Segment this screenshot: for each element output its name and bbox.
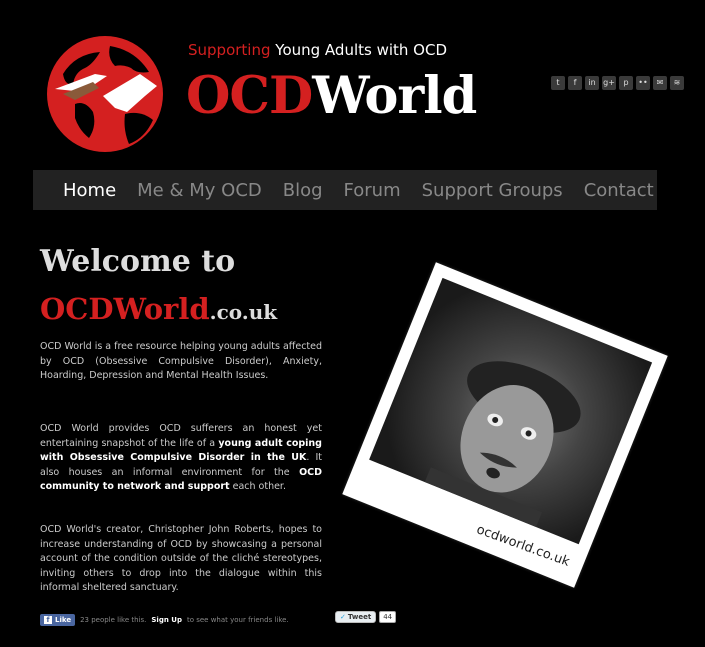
tweet-button[interactable]: ✓ Tweet (335, 611, 377, 623)
facebook-icon[interactable]: f (568, 76, 582, 90)
brand-red: OCD (186, 66, 313, 126)
intro-paragraph-1: OCD World is a free resource helping you… (40, 341, 323, 381)
tweet-label: Tweet (347, 613, 372, 621)
rss-icon[interactable]: ≋ (670, 76, 684, 90)
site-name-heading: OCDWorld.co.uk (40, 292, 277, 326)
site-logo-text[interactable]: OCDWorld (186, 66, 477, 126)
nav-item-forum[interactable]: Forum (344, 180, 401, 201)
like-text-suffix: to see what your friends like. (186, 616, 289, 624)
logo-globe-icon[interactable] (45, 34, 165, 154)
site-tagline: Supporting Young Adults with OCD (188, 41, 447, 59)
linkedin-icon[interactable]: in (585, 76, 599, 90)
main-nav: Home Me & My OCD Blog Forum Support Grou… (33, 170, 657, 210)
pinterest-icon[interactable]: p (619, 76, 633, 90)
intro-paragraph-3: OCD World's creator, Christopher John Ro… (40, 524, 322, 593)
flickr-icon[interactable]: •• (636, 76, 650, 90)
tweet-count: 44 (379, 611, 397, 623)
intro-paragraph-2: OCD World provides OCD sufferers an hone… (40, 422, 322, 495)
facebook-icon: f (44, 616, 52, 624)
nav-item-home[interactable]: Home (63, 180, 116, 201)
brand-white: World (312, 66, 477, 126)
nav-item-contact[interactable]: Contact (584, 180, 654, 201)
social-links: t f in g+ p •• ✉ ≋ (551, 76, 684, 90)
site-suffix: .co.uk (209, 300, 278, 324)
twitter-icon[interactable]: t (551, 76, 565, 90)
facebook-like-button[interactable]: f Like (40, 614, 76, 626)
like-signup-link[interactable]: Sign Up (151, 616, 182, 624)
tagline-highlight: Supporting (188, 41, 271, 59)
nav-item-me-my-ocd[interactable]: Me & My OCD (137, 180, 262, 201)
email-icon[interactable]: ✉ (653, 76, 667, 90)
site-name: OCDWorld (40, 292, 210, 326)
like-label: Like (55, 616, 72, 624)
nav-item-blog[interactable]: Blog (283, 180, 323, 201)
p2-text-e: each other. (229, 481, 286, 492)
twitter-bird-icon: ✓ (340, 613, 346, 621)
googleplus-icon[interactable]: g+ (602, 76, 616, 90)
nav-item-support-groups[interactable]: Support Groups (422, 180, 563, 201)
polaroid-photo: ocdworld.co.uk (342, 262, 668, 588)
tweet-widget: ✓ Tweet 44 (335, 611, 397, 623)
facebook-like-widget: f Like 23 people like this. Sign Up to se… (40, 614, 289, 626)
like-count-text: 23 people like this. (80, 616, 147, 624)
tagline-rest: Young Adults with OCD (270, 41, 447, 59)
welcome-heading: Welcome to (40, 244, 236, 279)
profile-photo (369, 277, 653, 545)
